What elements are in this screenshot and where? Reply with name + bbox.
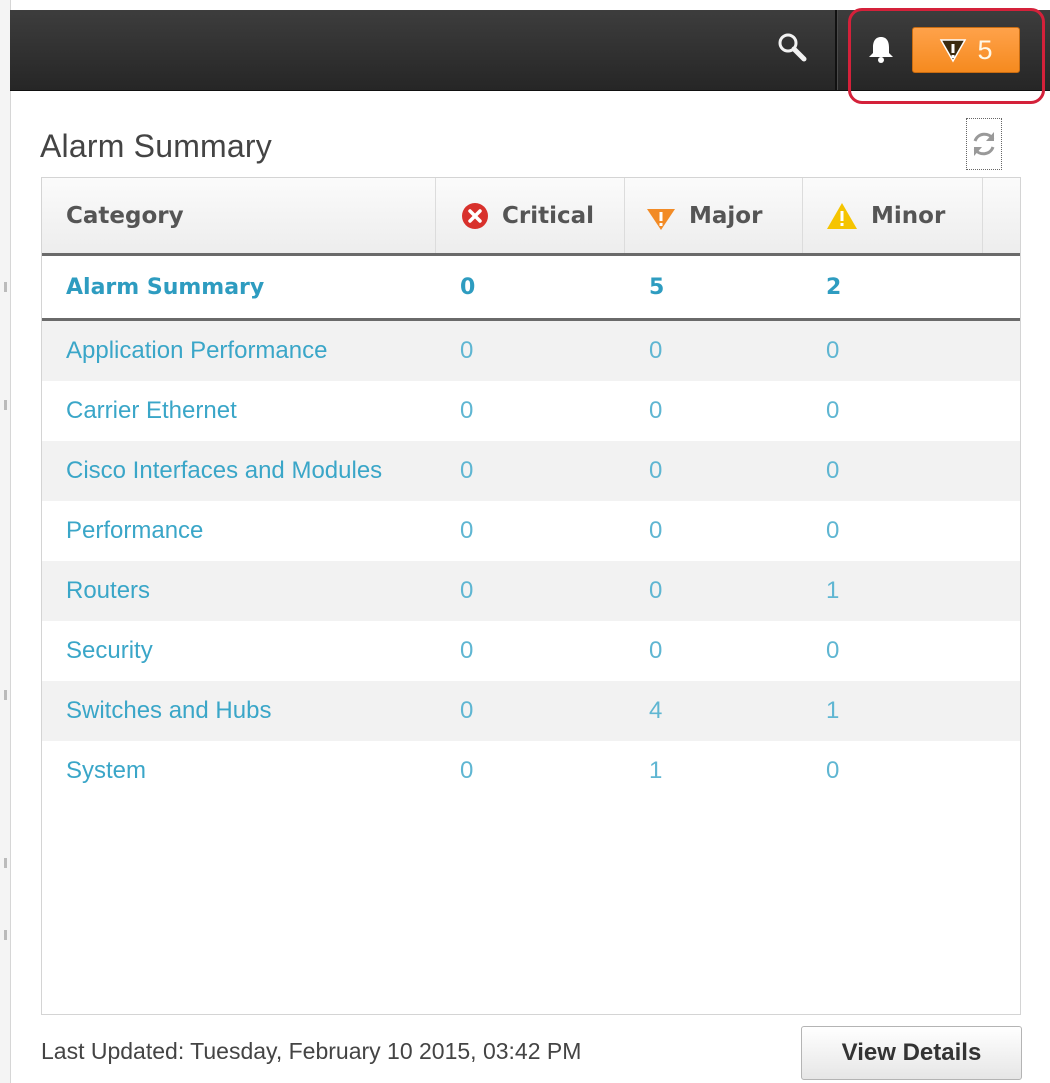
toolbar-divider — [835, 10, 838, 90]
table-row[interactable]: Application Performance 0 0 0 — [42, 321, 1020, 381]
search-button[interactable] — [775, 30, 813, 68]
summary-category-link[interactable]: Alarm Summary — [66, 256, 264, 318]
minor-count[interactable]: 0 — [826, 621, 839, 681]
category-link[interactable]: Carrier Ethernet — [66, 381, 237, 441]
minor-count[interactable]: 0 — [826, 381, 839, 441]
table-row[interactable]: Switches and Hubs 0 4 1 — [42, 681, 1020, 741]
category-link[interactable]: Cisco Interfaces and Modules — [66, 441, 382, 501]
critical-count[interactable]: 0 — [460, 681, 473, 741]
minor-count[interactable]: 0 — [826, 441, 839, 501]
critical-icon — [462, 202, 488, 229]
minor-count[interactable]: 0 — [826, 501, 839, 561]
table-header: Category Critical Major Minor — [42, 178, 1020, 256]
minor-icon — [827, 202, 857, 229]
major-count[interactable]: 0 — [649, 321, 662, 381]
edge-mark — [4, 400, 7, 410]
critical-count[interactable]: 0 — [460, 441, 473, 501]
column-header-major[interactable]: Major — [625, 178, 803, 253]
summary-major-count[interactable]: 5 — [649, 256, 664, 318]
major-count[interactable]: 0 — [649, 381, 662, 441]
major-count[interactable]: 0 — [649, 621, 662, 681]
alarm-count-badge[interactable]: 5 — [912, 27, 1020, 73]
critical-count[interactable]: 0 — [460, 501, 473, 561]
category-link[interactable]: Switches and Hubs — [66, 681, 271, 741]
table-row[interactable]: Security 0 0 0 — [42, 621, 1020, 681]
critical-count[interactable]: 0 — [460, 741, 473, 801]
table-row[interactable]: Performance 0 0 0 — [42, 501, 1020, 561]
edge-mark — [4, 690, 7, 700]
top-toolbar: 5 — [10, 10, 1050, 91]
minor-count[interactable]: 0 — [826, 321, 839, 381]
alarm-summary-table: Category Critical Major Minor Alarm Summ… — [41, 177, 1021, 1015]
last-updated-text: Last Updated: Tuesday, February 10 2015,… — [41, 1038, 582, 1064]
major-alarm-icon — [940, 39, 967, 63]
critical-count[interactable]: 0 — [460, 621, 473, 681]
column-header-minor[interactable]: Minor — [803, 178, 983, 253]
major-count[interactable]: 0 — [649, 441, 662, 501]
minor-count[interactable]: 1 — [826, 681, 839, 741]
table-row[interactable]: Routers 0 0 1 — [42, 561, 1020, 621]
table-row[interactable]: Cisco Interfaces and Modules 0 0 0 — [42, 441, 1020, 501]
critical-count[interactable]: 0 — [460, 381, 473, 441]
refresh-icon — [973, 132, 995, 156]
table-row[interactable]: Carrier Ethernet 0 0 0 — [42, 381, 1020, 441]
category-link[interactable]: Performance — [66, 501, 203, 561]
table-row[interactable]: System 0 1 0 — [42, 741, 1020, 801]
minor-count[interactable]: 1 — [826, 561, 839, 621]
edge-mark — [4, 858, 7, 868]
search-icon — [778, 33, 807, 62]
notifications-button[interactable] — [867, 34, 895, 64]
edge-mark — [4, 282, 7, 292]
edge-mark — [4, 930, 7, 940]
view-details-button[interactable]: View Details — [801, 1026, 1022, 1080]
category-link[interactable]: Security — [66, 621, 153, 681]
column-header-spacer — [983, 178, 1020, 253]
critical-count[interactable]: 0 — [460, 561, 473, 621]
minor-count[interactable]: 0 — [826, 741, 839, 801]
column-header-category[interactable]: Category — [42, 178, 436, 253]
summary-critical-count[interactable]: 0 — [460, 256, 475, 318]
column-header-critical[interactable]: Critical — [436, 178, 625, 253]
major-count[interactable]: 0 — [649, 501, 662, 561]
summary-minor-count[interactable]: 2 — [826, 256, 841, 318]
major-count[interactable]: 4 — [649, 681, 662, 741]
bell-icon — [869, 37, 893, 63]
major-icon — [647, 208, 675, 230]
major-count[interactable]: 0 — [649, 561, 662, 621]
critical-count[interactable]: 0 — [460, 321, 473, 381]
category-link[interactable]: Routers — [66, 561, 150, 621]
panel-title: Alarm Summary — [40, 128, 272, 164]
major-count[interactable]: 1 — [649, 741, 662, 801]
summary-row[interactable]: Alarm Summary 0 5 2 — [42, 256, 1020, 321]
alarm-count: 5 — [977, 35, 993, 65]
refresh-button[interactable] — [966, 118, 1002, 170]
category-link[interactable]: Application Performance — [66, 321, 327, 381]
category-link[interactable]: System — [66, 741, 146, 801]
left-edge-strip — [0, 0, 11, 1083]
